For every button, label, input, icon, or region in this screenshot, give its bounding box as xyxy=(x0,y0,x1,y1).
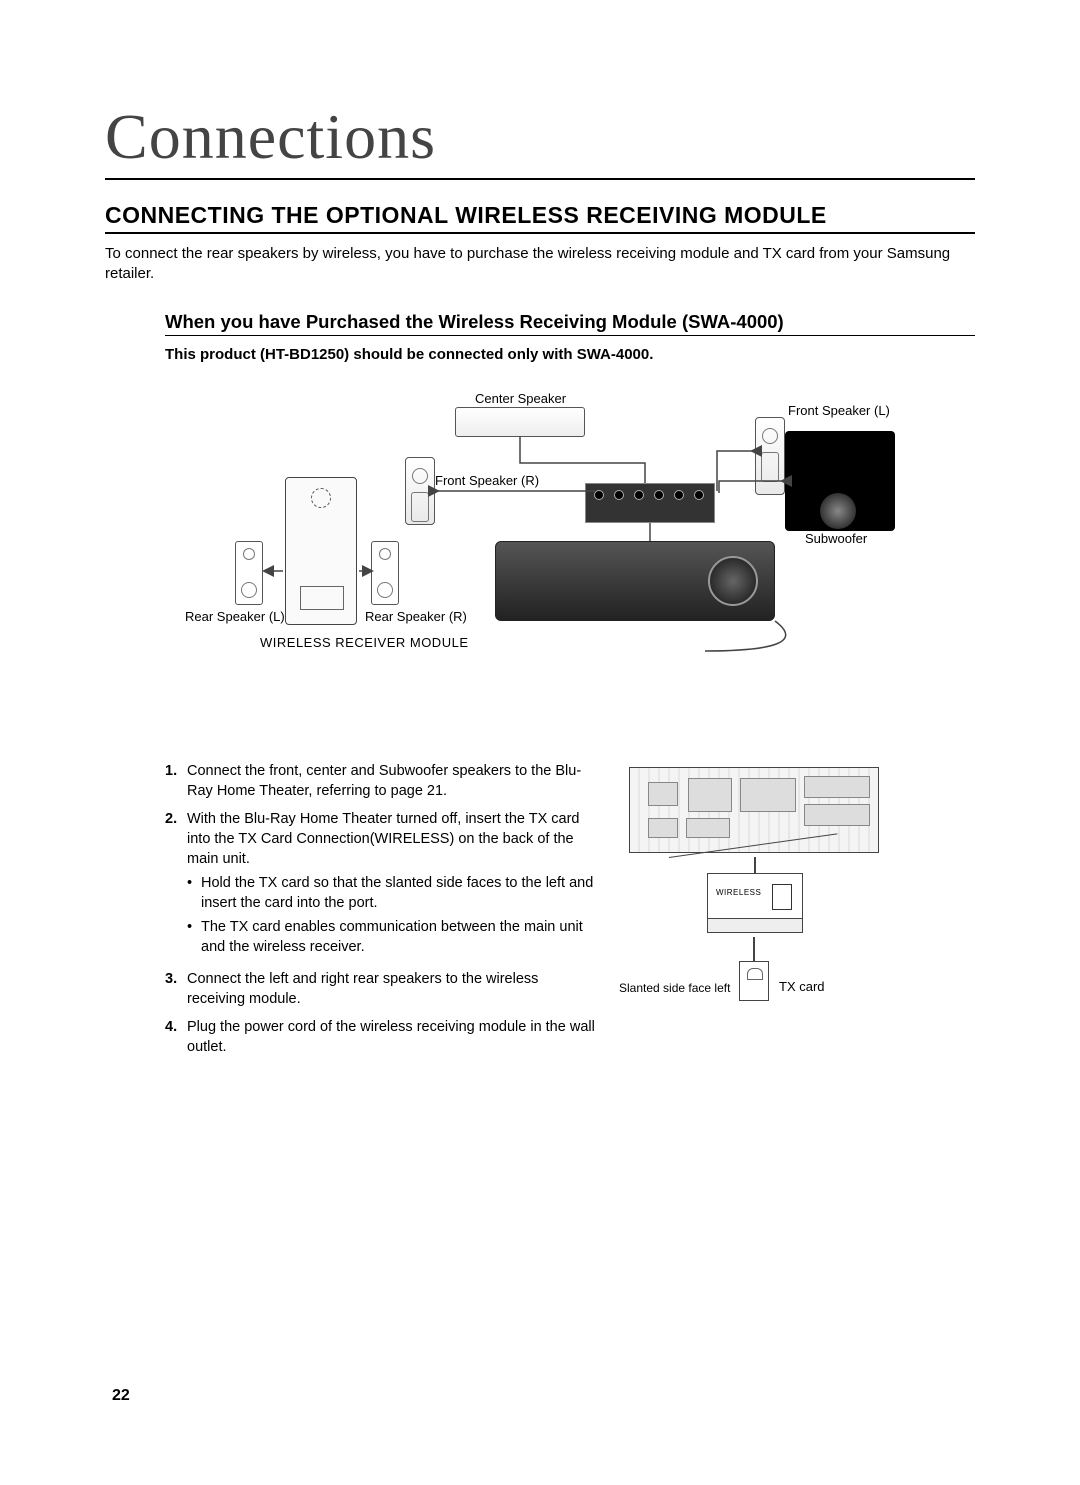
section-heading: CONNECTING THE OPTIONAL WIRELESS RECEIVI… xyxy=(105,202,975,234)
label-subwoofer: Subwoofer xyxy=(805,531,867,546)
intro-text: To connect the rear speakers by wireless… xyxy=(105,244,975,285)
step-4: 4. Plug the power cord of the wireless r… xyxy=(165,1017,595,1057)
label-center-speaker: Center Speaker xyxy=(475,391,566,406)
step-4-text: Plug the power cord of the wireless rece… xyxy=(187,1017,595,1057)
instruction-list: 1. Connect the front, center and Subwoof… xyxy=(165,761,595,1065)
main-unit-icon xyxy=(495,541,775,621)
label-front-speaker-l: Front Speaker (L) xyxy=(788,403,890,418)
wireless-tray-icon xyxy=(707,919,803,933)
sub-heading: When you have Purchased the Wireless Rec… xyxy=(165,311,975,336)
tx-card-diagram: Slanted side face left TX card xyxy=(619,761,889,1021)
compatibility-note: This product (HT-BD1250) should be conne… xyxy=(165,346,975,363)
step-2-bullet-2: •The TX card enables communication betwe… xyxy=(187,917,595,957)
step-3: 3. Connect the left and right rear speak… xyxy=(165,969,595,1009)
label-rear-speaker-l: Rear Speaker (L) xyxy=(185,609,285,624)
step-2: 2. With the Blu-Ray Home Theater turned … xyxy=(165,809,595,961)
back-panel-icon xyxy=(629,767,879,853)
page-number: 22 xyxy=(112,1387,130,1405)
speaker-port-panel-icon xyxy=(585,483,715,523)
subwoofer-icon xyxy=(785,431,895,531)
step-1-text: Connect the front, center and Subwoofer … xyxy=(187,761,595,801)
front-speaker-l-icon xyxy=(755,417,785,495)
wireless-receiver-module-icon xyxy=(285,477,357,625)
rear-speaker-r-icon xyxy=(371,541,399,605)
label-front-speaker-r: Front Speaker (R) xyxy=(435,473,539,488)
label-rear-speaker-r: Rear Speaker (R) xyxy=(365,609,467,624)
tx-card-icon xyxy=(739,961,769,1001)
front-speaker-r-icon xyxy=(405,457,435,525)
rear-speaker-l-icon xyxy=(235,541,263,605)
instruction-block: 1. Connect the front, center and Subwoof… xyxy=(165,761,975,1065)
wireless-slot-icon xyxy=(707,873,803,919)
step-1: 1. Connect the front, center and Subwoof… xyxy=(165,761,595,801)
label-wireless-receiver-module: WIRELESS RECEIVER MODULE xyxy=(260,635,469,650)
slanted-side-label: Slanted side face left xyxy=(619,981,730,995)
tx-card-label: TX card xyxy=(779,979,825,994)
step-3-text: Connect the left and right rear speakers… xyxy=(187,969,595,1009)
center-speaker-icon xyxy=(455,407,585,437)
step-2-bullet-1: •Hold the TX card so that the slanted si… xyxy=(187,873,595,913)
connection-diagram: Center Speaker Front Speaker (L) Front S… xyxy=(165,391,945,721)
chapter-title: Connections xyxy=(105,100,975,180)
step-2-text: With the Blu-Ray Home Theater turned off… xyxy=(187,811,580,867)
